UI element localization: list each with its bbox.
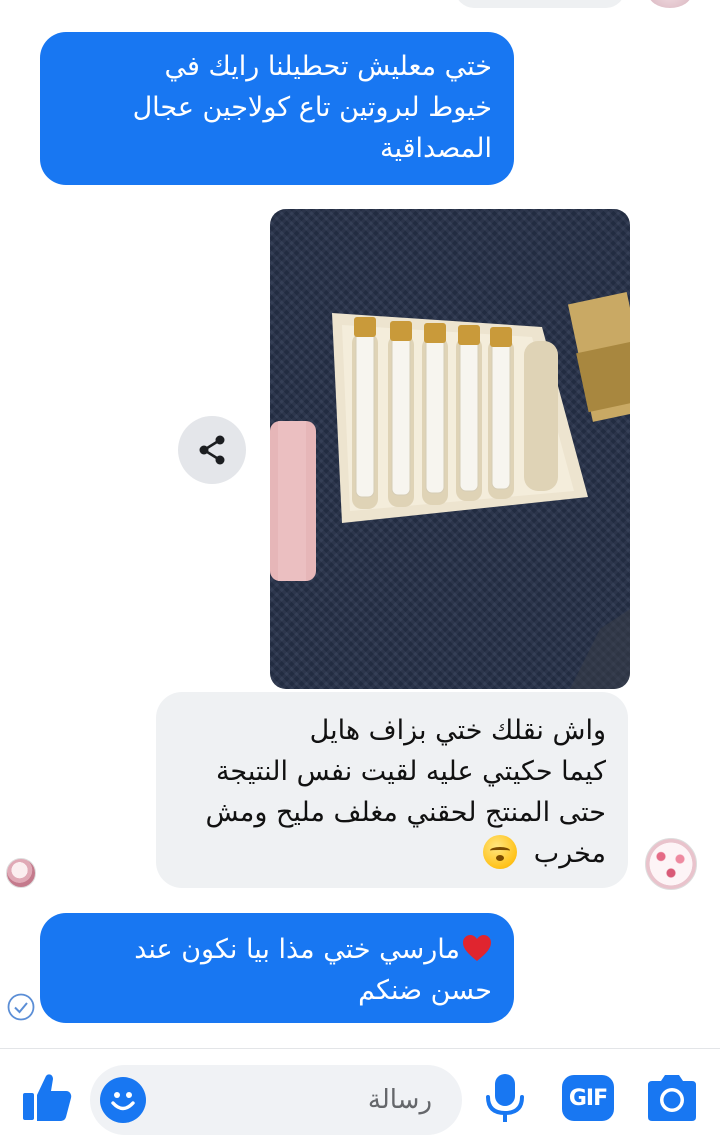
composer-bar: GIF bbox=[0, 1049, 720, 1145]
message-line: ختي معليش تحطيلنا رايك في bbox=[164, 51, 492, 82]
message-line-first: مارسي ختي مذا بيا نكون عند bbox=[58, 929, 492, 970]
message-line: حتى المنتج لحقني مغلف مليح ومش bbox=[205, 797, 606, 828]
share-icon bbox=[199, 435, 225, 465]
message-line: كيما حكيتي عليه لقيت نفس النتيجة bbox=[215, 756, 606, 787]
sent-check-icon bbox=[7, 993, 35, 1021]
read-receipt-avatar bbox=[6, 858, 36, 888]
message-line: مخرب bbox=[533, 838, 606, 869]
microphone-icon[interactable] bbox=[480, 1071, 530, 1125]
outgoing-message-bubble[interactable]: ختي معليش تحطيلنا رايك في خيوط لبروتين ت… bbox=[40, 32, 514, 185]
message-line: واش نقلك ختي بزاف هايل bbox=[309, 715, 606, 746]
product-photo-illustration bbox=[270, 291, 630, 689]
message-line: خيوط لبروتين تاع كولاجين عجال bbox=[132, 92, 492, 123]
previous-message-bubble bbox=[455, 0, 625, 8]
like-icon[interactable] bbox=[20, 1071, 74, 1125]
red-heart-emoji bbox=[463, 935, 491, 961]
sender-avatar[interactable] bbox=[645, 838, 697, 890]
gif-label: GIF bbox=[568, 1085, 608, 1111]
photo-attachment[interactable] bbox=[270, 209, 630, 689]
message-input[interactable] bbox=[160, 1077, 432, 1123]
message-line: مارسي ختي مذا بيا نكون عند bbox=[134, 934, 460, 965]
outgoing-message-bubble[interactable]: مارسي ختي مذا بيا نكون عند حسن ضنكم bbox=[40, 913, 514, 1023]
message-line: المصداقية bbox=[380, 133, 492, 164]
share-button[interactable] bbox=[178, 416, 246, 484]
incoming-message-bubble[interactable]: واش نقلك ختي بزاف هايل كيما حكيتي عليه ل… bbox=[156, 692, 628, 888]
emoji-icon[interactable] bbox=[100, 1077, 146, 1123]
message-box bbox=[90, 1065, 462, 1135]
camera-icon[interactable] bbox=[644, 1073, 700, 1123]
message-line-last: مخرب bbox=[174, 833, 606, 874]
kissing-face-emoji bbox=[483, 835, 518, 869]
previous-sender-avatar bbox=[648, 0, 692, 8]
message-line: حسن ضنكم bbox=[358, 975, 492, 1006]
gif-icon[interactable]: GIF bbox=[562, 1075, 614, 1121]
